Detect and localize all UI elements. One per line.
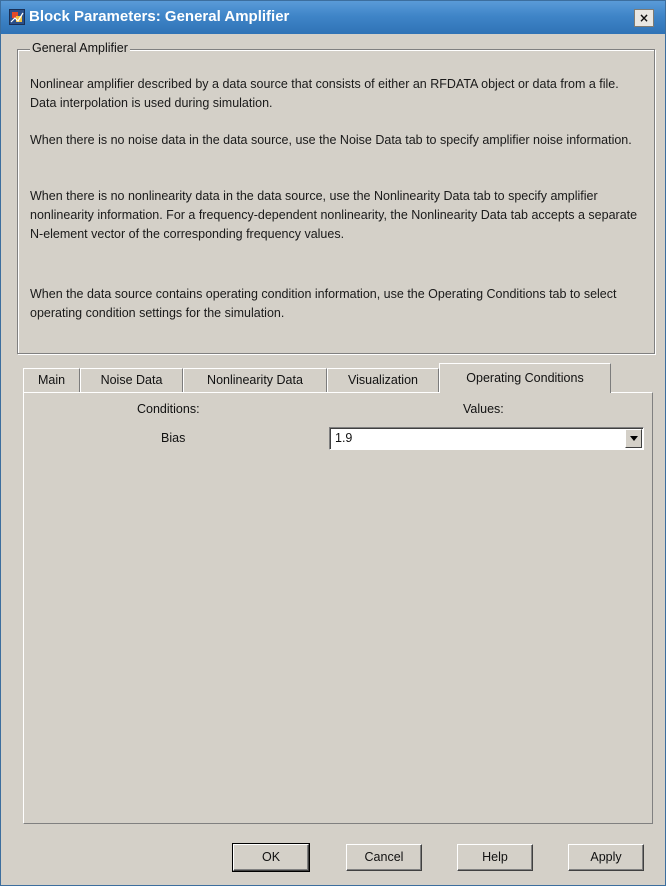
title-bar[interactable]: Block Parameters: General Amplifier ×: [1, 1, 665, 34]
simulink-block-icon: [9, 9, 25, 25]
description-paragraph: Nonlinear amplifier described by a data …: [30, 77, 619, 110]
bias-value-select[interactable]: 1.9: [329, 427, 644, 450]
tab-panel-operating-conditions: [23, 392, 653, 824]
chevron-down-icon: [630, 436, 638, 441]
description-paragraph: When there is no nonlinearity data in th…: [30, 189, 638, 241]
bias-selected-value: 1.9: [335, 431, 353, 445]
conditions-header: Conditions:: [137, 402, 200, 416]
values-header: Values:: [463, 402, 504, 416]
description-paragraph: When the data source contains operating …: [30, 287, 617, 320]
tab-noise-data[interactable]: Noise Data: [80, 368, 183, 392]
apply-button[interactable]: Apply: [568, 844, 644, 871]
tab-visualization[interactable]: Visualization: [327, 368, 439, 392]
description-paragraph: When there is no noise data in the data …: [30, 133, 632, 147]
dialog-window: Block Parameters: General Amplifier × Ge…: [0, 0, 666, 886]
tab-operating-conditions[interactable]: Operating Conditions: [439, 363, 611, 393]
bias-dropdown-button[interactable]: [625, 429, 642, 448]
cancel-button[interactable]: Cancel: [346, 844, 422, 871]
tab-nonlinearity-data[interactable]: Nonlinearity Data: [183, 368, 327, 392]
group-legend: General Amplifier: [30, 41, 130, 55]
window-title: Block Parameters: General Amplifier: [29, 8, 290, 25]
help-button[interactable]: Help: [457, 844, 533, 871]
bias-label: Bias: [161, 431, 186, 445]
close-button[interactable]: ×: [634, 9, 654, 27]
ok-button[interactable]: OK: [232, 843, 310, 872]
close-icon: ×: [638, 11, 650, 25]
tab-main[interactable]: Main: [23, 368, 80, 392]
